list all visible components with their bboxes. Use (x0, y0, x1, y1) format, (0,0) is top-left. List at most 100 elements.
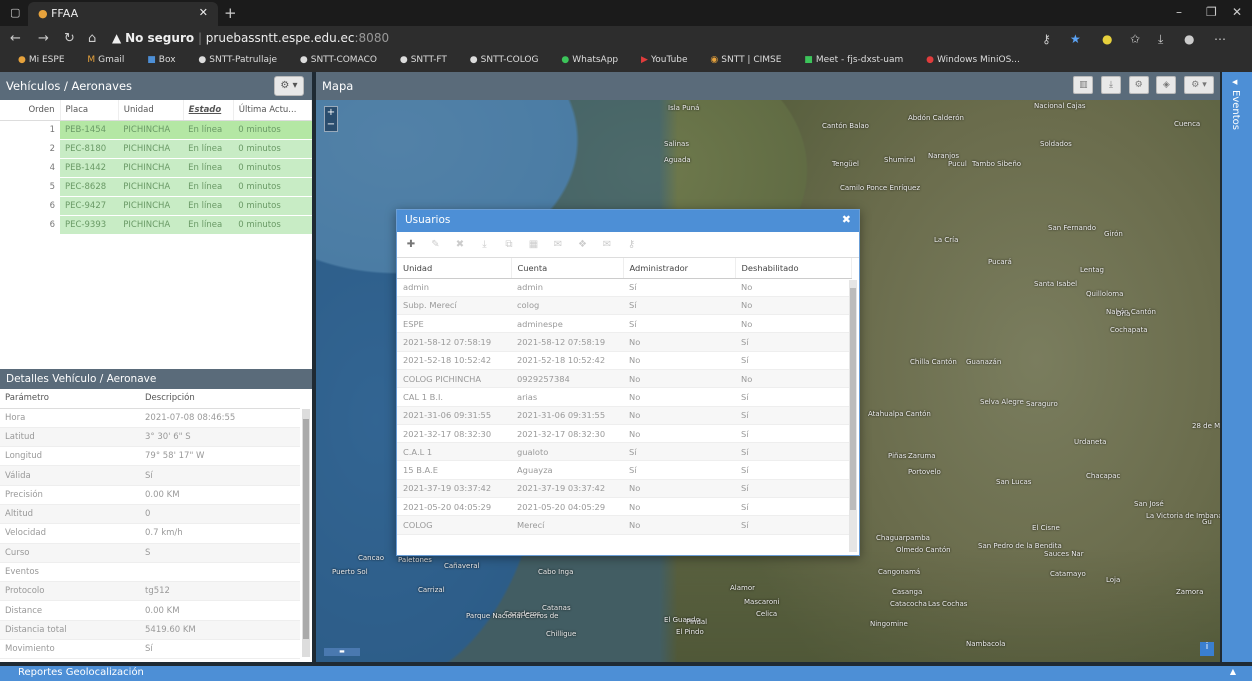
maximize-icon[interactable]: ❐ (1206, 5, 1217, 19)
map-place-label: Pindal (686, 618, 708, 626)
calendar-icon[interactable]: ▦ (526, 239, 542, 250)
download-icon[interactable]: ⤓ (1158, 32, 1163, 47)
bookmark-item[interactable]: ● WhatsApp (561, 55, 628, 65)
vehicle-row[interactable]: 5 PEC-8628 PICHINCHA En línea 0 minutos (0, 177, 312, 197)
download-icon[interactable]: ⤓ (1101, 76, 1122, 94)
url-field[interactable]: ▲ No seguro | pruebassntt.espe.edu.ec:80… (112, 31, 389, 45)
reload-icon[interactable]: ↻ (64, 31, 75, 46)
menu-icon[interactable]: ⋯ (1214, 32, 1226, 46)
bookmark-item[interactable]: ▶ YouTube (641, 55, 698, 65)
zoom-in-icon[interactable]: + (327, 107, 335, 118)
user-row[interactable]: admin admin Sí No (397, 278, 852, 297)
details-scrollbar[interactable] (302, 409, 310, 657)
column-header[interactable]: Administrador (623, 258, 736, 279)
tab-close-icon[interactable]: ✕ (199, 6, 208, 19)
bookmark-item[interactable]: ● SNTT-Patrullaje (198, 55, 287, 65)
vehicle-row[interactable]: 2 PEC-8180 PICHINCHA En línea 0 minutos (0, 139, 312, 159)
favorite-star-icon[interactable]: ★ (1070, 32, 1081, 46)
vehicle-cell-orden: 6 (0, 196, 60, 216)
column-header[interactable]: Deshabilitado (735, 258, 852, 279)
profile-icon[interactable]: ● (1184, 32, 1194, 46)
user-row[interactable]: 2021-31-06 09:31:55 2021-31-06 09:31:55 No… (397, 406, 852, 425)
user-row[interactable]: 2021-05-20 04:05:29 2021-05-20 04:05:29 No… (397, 497, 852, 517)
bookmark-item[interactable]: ● Mi ESPE (18, 55, 75, 65)
user-row[interactable]: COLOG PICHINCHA 0929257384 No No (397, 369, 852, 389)
vehicle-row[interactable]: 6 PEC-9393 PICHINCHA En línea 0 minutos (0, 215, 312, 235)
bookmark-item[interactable]: ● SNTT-COMACO (300, 55, 387, 65)
gear-icon[interactable]: ⚙ (1128, 76, 1149, 94)
zoom-control[interactable]: + − (324, 106, 338, 132)
extension-icon[interactable]: ● (1102, 32, 1112, 46)
user-row[interactable]: C.A.L 1 gualoto Sí Sí (397, 442, 852, 462)
column-header[interactable]: Parámetro (0, 389, 140, 409)
column-header[interactable]: Descripción (140, 389, 300, 409)
info-icon[interactable]: i (1200, 642, 1214, 656)
reports-bar[interactable]: Reportes Geolocalización ▲ (0, 666, 1252, 681)
link-icon[interactable]: ⧉ (501, 239, 517, 250)
user-cell-desh: Sí (735, 460, 852, 480)
url-host: pruebassntt.espe.edu.ec (205, 31, 355, 45)
map-place-label: Selva Alegre (980, 398, 1024, 406)
home-icon[interactable]: ⌂ (88, 31, 96, 46)
vehicle-row[interactable]: 6 PEC-9427 PICHINCHA En línea 0 minutos (0, 196, 312, 216)
bookmark-item[interactable]: ■ Box (147, 55, 185, 65)
vehicle-row[interactable]: 4 PEB-1442 PICHINCHA En línea 0 minutos (0, 158, 312, 178)
user-row[interactable]: COLOG Merecí No Sí (397, 515, 852, 535)
column-header[interactable]: Orden (0, 100, 61, 121)
users-scrollbar[interactable] (849, 280, 857, 552)
settings-dropdown-button[interactable]: ⚙ ▾ (1184, 76, 1214, 94)
column-header[interactable]: Estado (183, 100, 234, 121)
chart-icon[interactable]: ▥ (1073, 76, 1094, 94)
favorites-icon[interactable]: ✩ (1130, 32, 1140, 46)
add-icon[interactable]: ✚ (403, 239, 419, 250)
key-icon[interactable]: ⚷ (624, 239, 640, 250)
column-header[interactable]: Cuenta (511, 258, 624, 279)
user-row[interactable]: 2021-52-18 10:52:42 2021-52-18 10:52:42 No… (397, 351, 852, 370)
windows-icon: ● (926, 55, 934, 65)
minimize-icon[interactable]: – (1176, 5, 1182, 19)
map-place-label: Nacional Cajas (1034, 102, 1086, 110)
key-icon[interactable]: ⚷ (1042, 32, 1051, 46)
bookmark-item[interactable]: ● SNTT-FT (400, 55, 457, 65)
forward-icon[interactable]: → (38, 31, 49, 46)
download-icon[interactable]: ⤓ (477, 239, 493, 250)
details-cell-param: Distancia total (0, 620, 140, 641)
bookmark-item[interactable]: ◉ SNTT | CIMSE (710, 55, 791, 65)
delete-icon[interactable]: ✖ (452, 239, 468, 250)
user-cell-unidad: 2021-58-12 07:58:19 (397, 332, 511, 352)
tab-actions-icon[interactable]: ▢ (10, 6, 20, 19)
notification-icon[interactable]: ✉ (550, 239, 566, 250)
bookmark-item[interactable]: ● Windows MiniOS... (926, 55, 1030, 65)
column-header[interactable]: Última Actu... (233, 100, 313, 121)
details-cell-param: Válida (0, 465, 140, 486)
user-row[interactable]: 15 B.A.E Aguayza Sí Sí (397, 460, 852, 480)
bookmark-item[interactable]: M Gmail (87, 55, 134, 65)
window-close-icon[interactable]: ✕ (1232, 5, 1242, 19)
user-row[interactable]: ESPE adminespe Sí No (397, 314, 852, 334)
bookmark-item[interactable]: ● SNTT-COLOG (470, 55, 549, 65)
back-icon[interactable]: ← (10, 31, 21, 46)
column-header[interactable]: Unidad (118, 100, 184, 121)
vehicle-row[interactable]: 1 PEB-1454 PICHINCHA En línea 0 minutos (0, 120, 312, 140)
locate-icon[interactable]: ◈ (1156, 76, 1177, 94)
group-icon[interactable]: ❖ (575, 239, 591, 250)
user-row[interactable]: 2021-58-12 07:58:19 2021-58-12 07:58:19 No… (397, 332, 852, 352)
edit-icon[interactable]: ✎ (428, 239, 444, 250)
whatsapp-icon: ● (561, 55, 570, 65)
mail-icon[interactable]: ✉ (599, 239, 615, 250)
details-cell-desc: 79° 58' 17" W (140, 446, 300, 467)
browser-tab[interactable]: ● FFAA ✕ (28, 2, 218, 26)
close-icon[interactable]: ✖ (842, 213, 851, 226)
user-row[interactable]: 2021-32-17 08:32:30 2021-32-17 08:32:30 No… (397, 424, 852, 444)
user-row[interactable]: CAL 1 B.I. arias No Sí (397, 387, 852, 407)
new-tab-icon[interactable]: + (224, 4, 237, 22)
column-header[interactable]: Placa (60, 100, 119, 121)
user-row[interactable]: 2021-37-19 03:37:42 2021-37-19 03:37:42 No… (397, 479, 852, 499)
chevron-up-icon[interactable]: ▲ (1230, 667, 1236, 676)
vehicles-settings-button[interactable]: ⚙ ▾ (274, 76, 304, 96)
zoom-out-icon[interactable]: − (327, 119, 335, 130)
column-header[interactable]: Unidad (397, 258, 512, 279)
bookmark-item[interactable]: ■ Meet - fjs-dxst-uam (804, 55, 913, 65)
events-tab[interactable]: ◀ Eventos (1222, 72, 1252, 662)
user-row[interactable]: Subp. Merecí colog Sí No (397, 296, 852, 316)
